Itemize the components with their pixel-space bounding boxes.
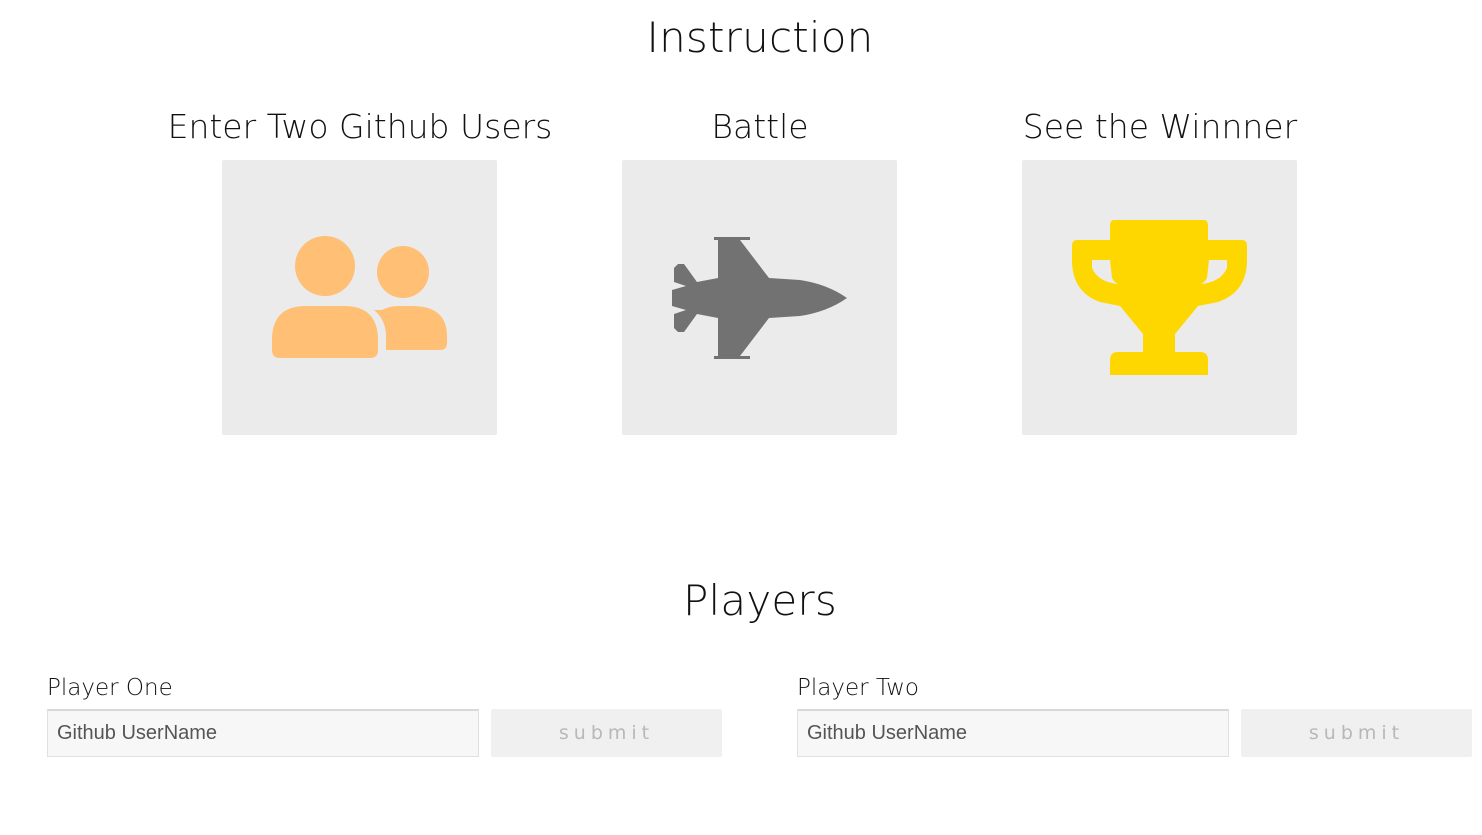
step-battle: Battle bbox=[560, 104, 960, 435]
player-one-form: Player One submit bbox=[47, 671, 737, 759]
player-one-label: Player One bbox=[47, 675, 173, 701]
step-title: Battle bbox=[711, 107, 809, 146]
players-title: Players bbox=[683, 576, 837, 625]
player-one-row: submit bbox=[47, 709, 737, 759]
trophy-icon bbox=[1072, 220, 1247, 375]
step-tile bbox=[622, 160, 897, 435]
step-tile bbox=[222, 160, 497, 435]
player-two-row: submit bbox=[797, 709, 1482, 759]
fighter-jet-icon bbox=[672, 237, 847, 359]
player-two-form: Player Two submit bbox=[797, 671, 1482, 759]
player-two-submit-button[interactable]: submit bbox=[1241, 709, 1472, 757]
battle-page: Instruction Enter Two Github Users Battl… bbox=[0, 0, 1482, 835]
instruction-title: Instruction bbox=[646, 13, 874, 62]
player-two-username-input[interactable] bbox=[797, 709, 1229, 757]
users-icon bbox=[272, 236, 447, 358]
step-see-winner: See the Winnner bbox=[960, 104, 1360, 435]
step-title: See the Winnner bbox=[1022, 107, 1298, 146]
step-title: Enter Two Github Users bbox=[167, 107, 553, 146]
player-one-username-input[interactable] bbox=[47, 709, 479, 757]
player-two-label: Player Two bbox=[797, 675, 920, 701]
step-enter-users: Enter Two Github Users bbox=[160, 104, 560, 435]
player-one-submit-button[interactable]: submit bbox=[491, 709, 722, 757]
step-tile bbox=[1022, 160, 1297, 435]
